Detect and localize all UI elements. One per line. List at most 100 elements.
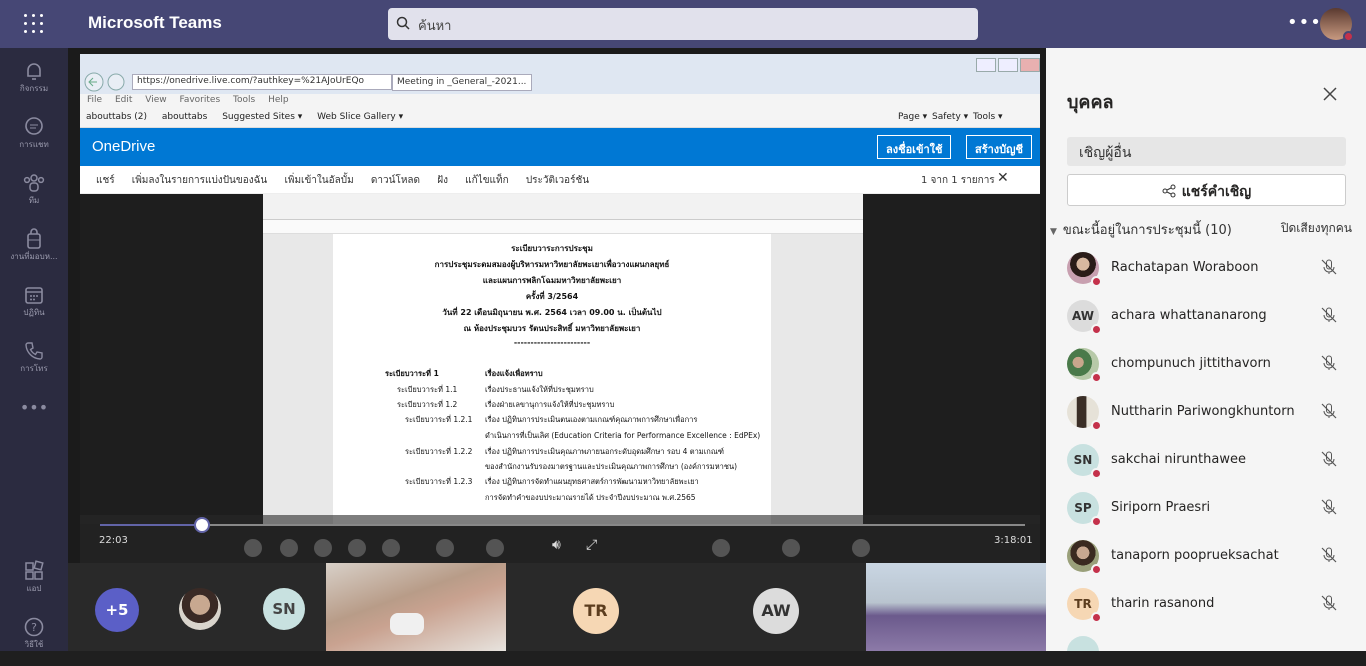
participant-row[interactable]: AW achara whattananarong [1046,294,1366,342]
minimize-icon[interactable] [976,58,996,72]
chevron-down-icon: ▼ [1050,227,1057,237]
rail-item-apps[interactable]: แอป [0,554,68,610]
mic-off-icon[interactable] [1320,306,1338,324]
menu-edit[interactable]: Edit [115,95,132,105]
tool-add-album[interactable]: เพิ่มเข้าในอัลบั้ม [284,175,353,186]
avatar: AW [1067,300,1102,335]
more-options-icon[interactable]: ••• [1287,12,1322,33]
mic-off-icon[interactable] [1320,258,1338,276]
seek-progress [100,524,202,526]
face-mask [390,613,424,635]
participant-initials[interactable]: TR [573,588,619,634]
browser-tab[interactable]: Meeting in _General_-2021... [392,74,532,91]
seek-handle[interactable] [194,517,210,533]
rail-item-help[interactable]: ? วิธีใช้ [0,610,68,666]
participant-photo[interactable] [179,588,221,630]
rail-more-icon[interactable]: ••• [0,398,68,422]
volume-icon[interactable]: 🔊︎ [552,537,561,553]
avatar-initials: TR [1074,597,1092,611]
menu-view[interactable]: View [145,95,166,105]
tool-add-list[interactable]: เพิ่มลงในรายการแบ่งปันของฉัน [132,175,267,186]
share-invite-button[interactable]: แชร์คำเชิญ [1067,174,1346,206]
participant-initials[interactable]: SN [263,588,305,630]
mic-off-icon[interactable] [1320,450,1338,468]
maximize-icon[interactable] [998,58,1018,72]
mic-off-icon[interactable] [1320,402,1338,420]
share-invite-label: แชร์คำเชิญ [1181,184,1252,200]
in-meeting-header[interactable]: ▼ ขณะนี้อยู่ในการประชุมนี้ (10) ปิดเสียงท… [1050,219,1362,239]
menu-tools[interactable]: Tools [233,95,255,105]
mic-off-icon[interactable] [1320,354,1338,372]
tool-download[interactable]: ดาวน์โหลด [371,175,420,186]
status-dot [1091,612,1102,623]
mic-off-icon[interactable] [1320,498,1338,516]
fullscreen-icon[interactable]: ⤢ [586,537,597,553]
more-participants-badge[interactable]: +5 [95,588,139,632]
agenda-number: ระเบียบวาระที่ 1.2 [397,400,458,409]
create-account-button[interactable]: สร้างบัญชี [966,135,1032,159]
room-video[interactable] [866,563,1046,651]
seek-bar[interactable] [100,517,1025,533]
browser-titlebar: https://onedrive.live.com/?authkey=%21AJ… [80,54,1040,94]
menu-file[interactable]: File [87,95,102,105]
agenda-number: ระเบียบวาระที่ 1.1 [397,385,458,394]
participant-row[interactable] [1046,630,1366,651]
tool-share[interactable]: แชร์ [96,175,115,186]
rail-label: งานที่มอบห... [10,252,58,261]
rail-item-teams[interactable]: ทีม [0,166,68,222]
doc-heading: ระเบียบวาระการประชุม [511,244,593,253]
cmd-page[interactable]: Page ▾ [898,112,927,122]
participant-row[interactable]: TR tharin rasanond [1046,582,1366,630]
search-input[interactable]: ค้นหา [388,8,978,40]
mute-all-button[interactable]: ปิดเสียงทุกคน [1281,219,1352,238]
profile-avatar[interactable] [1320,8,1354,42]
participant-row[interactable]: SN sakchai nirunthawee [1046,438,1366,486]
mic-off-icon[interactable] [1320,594,1338,612]
tool-embed[interactable]: ฝัง [437,175,448,186]
browser-address-bar[interactable]: https://onedrive.live.com/?authkey=%21AJ… [132,74,392,90]
fav-item[interactable]: abouttabs (2) [86,112,147,122]
participant-row[interactable]: Nuttharin Pariwongkhuntorn [1046,390,1366,438]
back-forward-icon[interactable] [84,72,128,92]
menu-help[interactable]: Help [268,95,289,105]
tool-versions[interactable]: ประวัติเวอร์ชัน [526,175,589,186]
invite-input[interactable]: เชิญผู้อื่น [1067,137,1346,166]
app-title: Microsoft Teams [88,13,222,32]
status-dot [1091,420,1102,431]
rail-item-assignments[interactable]: งานที่มอบห... [0,222,68,278]
participant-row[interactable]: tanaporn pooprueksachat [1046,534,1366,582]
participant-row[interactable]: Rachatapan Woraboon [1046,246,1366,294]
signin-button[interactable]: ลงชื่อเข้าใช้ [877,135,952,159]
participant-name: tharin rasanond [1111,596,1215,611]
close-icon[interactable] [1322,86,1338,102]
close-viewer-icon[interactable]: ✕ [997,170,1009,186]
menu-favorites[interactable]: Favorites [179,95,220,105]
rail-label: วิธีใช้ [24,640,44,649]
avatar: SP [1067,492,1102,527]
pdf-page: ระเบียบวาระการประชุม การประชุมระดมสมองผู… [333,234,771,524]
app-launcher-icon[interactable] [24,14,44,34]
participant-row[interactable]: chompunuch jittithavorn [1046,342,1366,390]
rail-item-activity[interactable]: กิจกรรม [0,54,68,110]
rail-item-calls[interactable]: การโทร [0,334,68,390]
cmd-tools[interactable]: Tools ▾ [973,112,1003,122]
agenda-number: ระเบียบวาระที่ 1.2.1 [405,415,473,424]
tool-tags[interactable]: แก้ไขแท็ก [465,175,508,186]
fav-item[interactable]: Suggested Sites ▾ [222,112,302,122]
panel-title: บุคคล [1067,92,1114,113]
close-window-icon[interactable] [1020,58,1040,72]
rail-label: กิจกรรม [19,84,49,93]
mic-off-icon[interactable] [1320,546,1338,564]
search-placeholder: ค้นหา [418,19,452,34]
participant-initials[interactable]: AW [753,588,799,634]
fav-item[interactable]: abouttabs [162,112,207,122]
rail-item-calendar[interactable]: ปฏิทิน [0,278,68,334]
rail-item-chat[interactable]: การแชท [0,110,68,166]
agenda-text: เรื่อง ปฏิทินการจัดทำแผนยุทธศาสตร์การพัฒ… [485,477,699,486]
participant-row[interactable]: SP Siriporn Praesri [1046,486,1366,534]
cmd-safety[interactable]: Safety ▾ [932,112,968,122]
agenda-text: เรื่องประธานแจ้งให้ที่ประชุมทราบ [485,385,594,394]
participant-video[interactable] [326,563,506,651]
agenda-text: การจัดทำคำของบประมาณรายได้ ประจำปีงบประม… [485,493,696,502]
fav-item[interactable]: Web Slice Gallery ▾ [317,112,403,122]
